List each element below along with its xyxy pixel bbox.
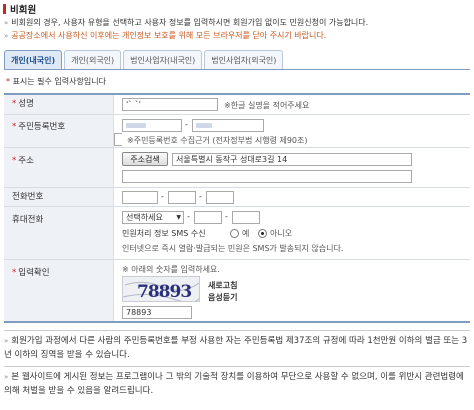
- tab-individual-domestic[interactable]: 개인(내국인): [4, 50, 63, 69]
- rrn-masked-input[interactable]: [114, 133, 122, 146]
- field-label-rrn: * 주민등록번호: [4, 115, 114, 147]
- mobile-last-input[interactable]: [232, 211, 260, 224]
- captcha-refresh-link[interactable]: 새로고침: [208, 280, 237, 291]
- sms-no-label: 아니오: [270, 229, 293, 238]
- sms-label: 민원처리 정보 SMS 수신: [122, 229, 206, 238]
- required-note-text: 표시는 필수 입력사항입니다: [12, 77, 106, 86]
- notice-text: 비회원의 경우, 사용자 유형을 선택하고 사용자 정보를 입력하시면 회원가입…: [11, 18, 369, 27]
- copyright-warning: » 본 웹사이트에 게시된 정보는 프로그램이나 그 밖의 기술적 장치를 이용하…: [4, 370, 468, 398]
- mobile-carrier-select[interactable]: 선택하세요 ▼: [122, 211, 184, 224]
- form-row-mobile: 휴대전화 선택하세요 ▼ - - 민원처리 정보 SMS 수신 예 아니오 인터넷…: [4, 207, 470, 260]
- phone-last-input[interactable]: [206, 191, 234, 204]
- tab-individual-foreign[interactable]: 개인(외국인): [64, 50, 122, 69]
- sms-hint: 인터넷으로 즉시 열람·발급되는 민원은 SMS가 발송되지 않습니다.: [122, 244, 344, 253]
- bullet-arrow-icon: »: [4, 18, 9, 27]
- sms-no-radio[interactable]: [258, 229, 267, 238]
- form-row-rrn: * 주민등록번호 - ※주민등록번호 수집근거 (전자정부법 시행령 제90조): [4, 115, 470, 148]
- notice-line: » 공공장소에서 사용하신 이후에는 개인정보 보호를 위해 모든 브라우저를 …: [4, 30, 326, 41]
- name-hint: ※한글 실명을 적어주세요: [224, 101, 310, 110]
- form-row-address: * 주소 주소검색 서울특별시 동작구 성대로3길 14: [4, 148, 470, 188]
- user-type-tabs: 개인(내국인) 개인(외국인) 법인사업자(내국인) 법인사업자(외국인): [4, 50, 285, 69]
- captcha-audio-link[interactable]: 음성듣기: [208, 292, 237, 303]
- captcha-image: 78893: [122, 276, 200, 302]
- phone-middle-input[interactable]: [168, 191, 196, 204]
- sms-yes-radio[interactable]: [230, 229, 239, 238]
- notice-text: 공공장소에서 사용하신 이후에는 개인정보 보호를 위해 모든 브라우저를 닫아…: [11, 31, 327, 40]
- form-row-captcha: * 입력확인 ※ 아래의 숫자를 입력하세요. 78893 새로고침 음성듣기 7…: [4, 260, 470, 323]
- legal-warning: » 회원가입 과정에서 다른 사람의 주민등록번호를 부정 사용한 자는 주민등록…: [4, 334, 468, 362]
- phone-area-input[interactable]: [122, 191, 158, 204]
- bullet-arrow-icon: »: [4, 31, 9, 40]
- address-search-button[interactable]: 주소검색: [122, 152, 168, 166]
- divider: [4, 366, 470, 367]
- rrn-front-input[interactable]: [122, 119, 182, 132]
- field-label-mobile: 휴대전화: [4, 207, 114, 259]
- form-row-name: * 성명 '` `' ※한글 실명을 적어주세요: [4, 95, 470, 115]
- bullet-arrow-icon: »: [4, 337, 9, 345]
- legal-warning-text: 회원가입 과정에서 다른 사람의 주민등록번호를 부정 사용한 자는 주민등록법…: [4, 336, 468, 360]
- tab-underline: [4, 69, 470, 70]
- captcha-hint: ※ 아래의 숫자를 입력하세요.: [122, 265, 220, 274]
- svg-text:78893: 78893: [137, 282, 191, 302]
- name-input[interactable]: '` `': [122, 98, 218, 111]
- sms-yes-label: 예: [242, 229, 250, 238]
- notice-line: » 비회원의 경우, 사용자 유형을 선택하고 사용자 정보를 입력하시면 회원…: [4, 17, 368, 28]
- bullet-arrow-icon: »: [4, 373, 9, 381]
- user-info-form: * 성명 '` `' ※한글 실명을 적어주세요 * 주민등록번호 - ※주민등록번…: [4, 93, 470, 323]
- mobile-middle-input[interactable]: [194, 211, 222, 224]
- field-label-address: * 주소: [4, 148, 114, 187]
- copyright-warning-text: 본 웹사이트에 게시된 정보는 프로그램이나 그 밖의 기술적 장치를 이용하여…: [4, 372, 464, 396]
- tab-corporate-domestic[interactable]: 법인사업자(내국인): [123, 50, 203, 69]
- rrn-hint: ※주민등록번호 수집근거 (전자정부법 시행령 제90조): [127, 136, 308, 145]
- field-label-name: * 성명: [4, 95, 114, 114]
- field-label-captcha: * 입력확인: [4, 260, 114, 321]
- captcha-input[interactable]: 78893: [122, 306, 192, 319]
- page-title: 비회원: [10, 5, 37, 16]
- field-label-phone: 전화번호: [4, 188, 114, 206]
- address-line1-input[interactable]: 서울특별시 동작구 성대로3길 14: [172, 153, 412, 166]
- rrn-back-input[interactable]: [192, 119, 264, 132]
- chevron-down-icon: ▼: [176, 214, 181, 221]
- title-accent-bar: [3, 4, 6, 14]
- address-line2-input[interactable]: [122, 170, 412, 183]
- divider: [4, 330, 470, 331]
- form-row-phone: 전화번호 - -: [4, 188, 470, 207]
- tab-corporate-foreign[interactable]: 법인사업자(외국인): [204, 50, 284, 69]
- page-title-row: 비회원: [3, 3, 37, 16]
- required-note: * 표시는 필수 입력사항입니다: [6, 76, 106, 87]
